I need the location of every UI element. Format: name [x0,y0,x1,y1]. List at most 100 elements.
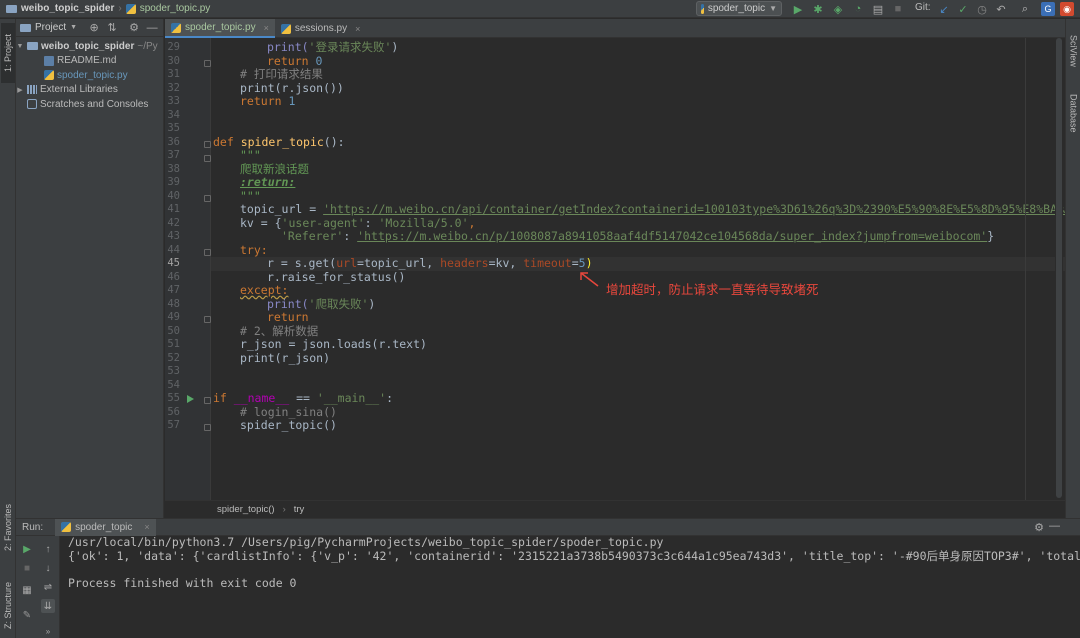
tab-structure[interactable]: Z: Structure [1,575,15,635]
tab-sessions[interactable]: sessions.py × [275,19,367,38]
fold-icon[interactable] [204,60,211,67]
line-number: 38 [167,162,180,175]
translate-icon[interactable]: G [1041,2,1055,16]
tab-project[interactable]: 1: Project [1,23,15,83]
tree-item-label: weibo_topic_spider [41,40,135,52]
pin-icon[interactable]: ✎ [20,608,34,622]
run-tab-label: spoder_topic [75,521,133,533]
tree-item-project-root[interactable]: ▼ weibo_topic_spider ~/Py [16,39,163,54]
breadcrumb-item-function[interactable]: spider_topic() [217,504,275,515]
breadcrumb-item-try[interactable]: try [294,504,305,515]
fold-icon[interactable] [204,195,211,202]
code-editor[interactable]: 29 30 31 32 33 34 35 36 37 38 39 40 41 42 43 44 45 46 47 48… [165,38,1065,500]
line-number: 36 [167,135,180,148]
scratch-icon [27,99,37,110]
layout-icon[interactable]: ▦ [20,583,34,597]
fold-icon[interactable] [204,397,211,404]
editor-scrollbar[interactable] [1055,38,1063,500]
git-history-icon[interactable]: ◷ [974,1,990,17]
nav-file[interactable]: spoder_topic.py [140,3,211,14]
run-panel-header: Run: spoder_topic × ⚙ — [16,518,1080,536]
chevron-right-icon: › [282,504,286,515]
coverage-icon[interactable]: ◈ [830,1,846,17]
markdown-file-icon [44,55,54,66]
stop-icon[interactable]: ■ [20,561,34,575]
line-number: 52 [167,351,180,364]
line-number: 32 [167,81,180,94]
revert-icon[interactable]: ↶ [993,1,1009,17]
tab-favorites[interactable]: 2: Favorites [1,497,15,557]
plugin-icon[interactable]: ◉ [1060,2,1074,16]
line-number: 33 [167,95,180,107]
tree-item-scratches[interactable]: Scratches and Consoles [16,97,163,112]
tab-spoder-topic[interactable]: spoder_topic.py × [165,19,275,38]
line-number: 54 [167,378,180,391]
debug-icon[interactable]: ✱ [810,1,826,17]
tree-item-spoder-topic[interactable]: spoder_topic.py [16,68,163,83]
line-number: 55 [167,392,180,404]
arrow-down-icon[interactable]: ↓ [41,561,55,575]
tab-database[interactable]: Database [1067,85,1080,141]
code-line-44: try: [240,242,268,257]
git-commit-icon[interactable]: ✓ [955,1,971,17]
tree-item-label: External Libraries [40,84,118,96]
scroll-to-end-icon[interactable]: ⇊ [41,599,55,613]
concurrency-icon[interactable]: ▤ [870,1,886,17]
fold-icon[interactable] [204,141,211,148]
locate-icon[interactable]: ⊕ [87,21,101,34]
chevron-down-icon[interactable]: ▼ [16,43,24,50]
hide-icon[interactable]: — [145,22,159,34]
code-line-52: print(r_json) [240,350,331,365]
close-icon[interactable]: × [264,23,269,33]
git-update-icon[interactable]: ↙ [936,1,952,17]
run-console[interactable]: /usr/local/bin/python3.7 /Users/pig/Pych… [60,536,1080,638]
code-line-48: print('爬取失败') [267,296,376,311]
tree-item-readme[interactable]: README.md [16,54,163,69]
run-gutter-icon[interactable] [187,395,194,403]
right-tool-strip: SciView Database [1065,19,1080,519]
more-icon[interactable]: » [41,624,55,638]
profile-icon[interactable]: ◔ [850,1,866,17]
collapse-icon[interactable]: ⇅ [105,21,119,34]
chevron-right-icon[interactable]: ▶ [16,86,24,94]
close-icon[interactable]: × [355,24,360,34]
code-line-49: return [267,310,309,324]
scrollbar-thumb[interactable] [1056,38,1062,498]
project-panel-title[interactable]: Project [35,22,66,33]
console-line: /usr/local/bin/python3.7 /Users/pig/Pych… [68,536,664,549]
code-line-37: """ [240,148,261,162]
stop-icon[interactable]: ■ [890,1,906,17]
arrow-up-icon[interactable]: ↑ [41,542,55,556]
soft-wrap-icon[interactable]: ⇌ [41,580,55,594]
left-tool-strip: 1: Project 2: Favorites Z: Structure [0,19,16,638]
tree-item-path: ~/Py [137,40,158,52]
fold-icon[interactable] [204,249,211,256]
line-number: 37 [167,149,180,161]
tab-sciview[interactable]: SciView [1067,25,1080,77]
fold-icon[interactable] [204,424,211,431]
library-icon [27,85,37,95]
run-icon[interactable]: ▶ [790,1,806,17]
search-icon[interactable]: ⌕ [1017,1,1033,17]
tree-item-external-libraries[interactable]: ▶ External Libraries [16,83,163,98]
console-line: {'ok': 1, 'data': {'cardlistInfo': {'v_p… [68,548,1080,563]
close-icon[interactable]: × [144,522,149,532]
run-config-dropdown[interactable]: spoder_topic ▼ [696,1,782,16]
line-number: 41 [167,203,180,215]
python-file-icon [280,23,291,34]
rerun-icon[interactable]: ▶ [20,542,34,556]
gear-icon[interactable]: ⚙ [127,21,141,34]
fold-icon[interactable] [204,155,211,162]
code-line-30: return 0 [267,53,323,68]
line-number: 40 [167,189,180,202]
chevron-down-icon[interactable]: ▼ [70,24,77,31]
code-line-40: """ [240,188,261,203]
nav-project[interactable]: weibo_topic_spider [21,3,114,14]
run-config-label: spoder_topic [707,3,766,14]
run-tab-spoder-topic[interactable]: spoder_topic × [55,518,156,536]
right-margin-guide [1025,38,1026,500]
gear-icon[interactable]: ⚙ [1034,521,1044,534]
fold-icon[interactable] [204,316,211,323]
hide-icon[interactable]: — [1049,520,1060,532]
code-line-51: r_json = json.loads(r.text) [240,337,427,351]
